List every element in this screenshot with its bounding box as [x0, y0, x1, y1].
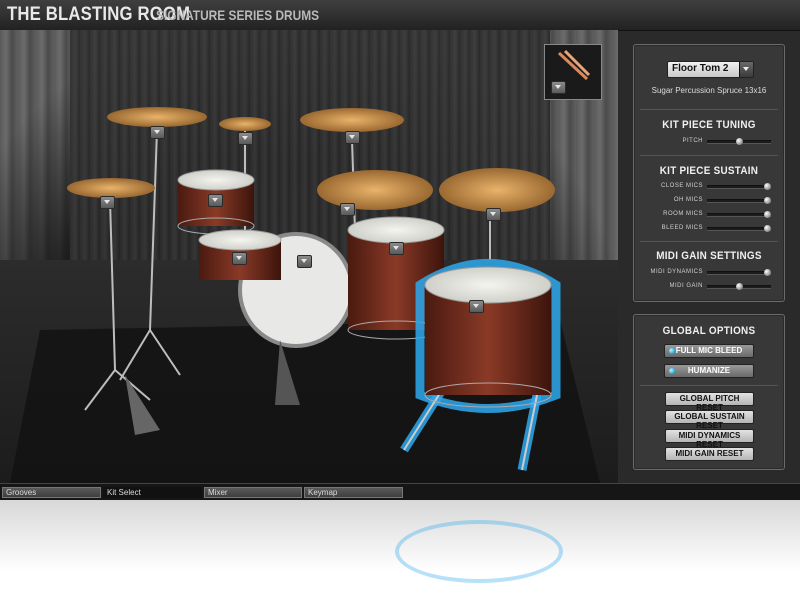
oh-mics-slider[interactable]: [707, 197, 772, 204]
splash-dropdown[interactable]: [238, 132, 253, 145]
ride-main-dropdown[interactable]: [340, 203, 355, 216]
drum-kit-stage: [0, 30, 618, 483]
tab-kit-select[interactable]: Kit Select: [103, 487, 202, 498]
slider-knob[interactable]: [735, 283, 743, 290]
bass-dropdown[interactable]: [297, 255, 312, 268]
kit-piece-select[interactable]: Floor Tom 2: [667, 61, 754, 78]
tab-keymap[interactable]: Keymap: [304, 487, 403, 498]
oh-mics-label: OH MICS: [673, 197, 703, 203]
ride-cymbal: [317, 170, 433, 210]
global-options-panel: GLOBAL OPTIONS FULL MIC BLEED HUMANIZE G…: [633, 314, 785, 470]
midi-dynamics-slider[interactable]: [707, 269, 772, 276]
midi-gain-label: MIDI GAIN: [669, 283, 703, 289]
floor-tom-1-dropdown[interactable]: [389, 242, 404, 255]
pitch-slider[interactable]: [707, 138, 771, 145]
midi-gain-slider[interactable]: [707, 283, 771, 290]
midi-gain-heading: MIDI GAIN SETTINGS: [656, 250, 762, 262]
room-mics-label: ROOM MICS: [663, 211, 703, 217]
crash-left-dropdown[interactable]: [100, 196, 115, 209]
splash-cymbal: [219, 117, 271, 131]
crash-cymbal-top: [300, 108, 404, 132]
slider-knob[interactable]: [764, 197, 772, 204]
app-window: THE BLASTING ROOM SIGNATURE SERIES DRUMS: [0, 0, 800, 500]
rack-tom-dropdown[interactable]: [208, 194, 223, 207]
china-cymbal: [439, 168, 555, 212]
tab-mixer[interactable]: Mixer: [204, 487, 302, 498]
floor-tom-2-dropdown[interactable]: [469, 300, 484, 313]
window-reflection: [0, 500, 800, 602]
bleed-mics-slider[interactable]: [707, 225, 772, 232]
close-mics-label: CLOSE MICS: [660, 183, 703, 189]
title-bar: THE BLASTING ROOM SIGNATURE SERIES DRUMS: [0, 0, 800, 31]
stick-dropdown[interactable]: [551, 81, 566, 94]
global-options-heading: GLOBAL OPTIONS: [662, 325, 756, 337]
ride-dropdown[interactable]: [150, 126, 165, 139]
slider-knob[interactable]: [735, 138, 743, 145]
room-mics-slider[interactable]: [707, 211, 772, 218]
global-sustain-reset-button[interactable]: GLOBAL SUSTAIN RESET: [665, 410, 754, 430]
snare-dropdown[interactable]: [232, 252, 247, 265]
midi-dynamics-label: MIDI DYNAMICS: [650, 269, 703, 275]
midi-dynamics-reset-button[interactable]: MIDI DYNAMICS RESET: [665, 429, 754, 449]
china-dropdown[interactable]: [486, 208, 501, 221]
full-mic-bleed-toggle[interactable]: FULL MIC BLEED: [664, 344, 754, 358]
close-mics-slider[interactable]: [707, 183, 772, 190]
kit-piece-description: Sugar Percussion Spruce 13x16: [651, 86, 767, 95]
global-pitch-reset-button[interactable]: GLOBAL PITCH RESET: [665, 392, 754, 412]
tab-bar: Grooves Kit Select Mixer Keymap: [0, 483, 800, 500]
tab-grooves[interactable]: Grooves: [2, 487, 101, 498]
series-title: SIGNATURE SERIES DRUMS: [156, 7, 320, 23]
crash-cymbal-left: [67, 178, 155, 198]
humanize-toggle[interactable]: HUMANIZE: [664, 364, 754, 378]
crash-dropdown[interactable]: [345, 131, 360, 144]
pitch-label: PITCH: [682, 138, 703, 144]
stick-selector[interactable]: [544, 44, 602, 100]
bleed-mics-label: BLEED MICS: [661, 225, 703, 231]
midi-gain-reset-button[interactable]: MIDI GAIN RESET: [665, 447, 754, 461]
chevron-down-icon: [739, 62, 753, 77]
slider-knob[interactable]: [764, 269, 772, 276]
ride-cymbal-left: [107, 107, 207, 127]
slider-knob[interactable]: [764, 211, 772, 218]
kit-piece-panel: Floor Tom 2 Sugar Percussion Spruce 13x1…: [633, 44, 785, 302]
slider-knob[interactable]: [764, 225, 772, 232]
tuning-heading: KIT PIECE TUNING: [662, 119, 756, 131]
sustain-heading: KIT PIECE SUSTAIN: [659, 165, 759, 177]
slider-knob[interactable]: [764, 183, 772, 190]
